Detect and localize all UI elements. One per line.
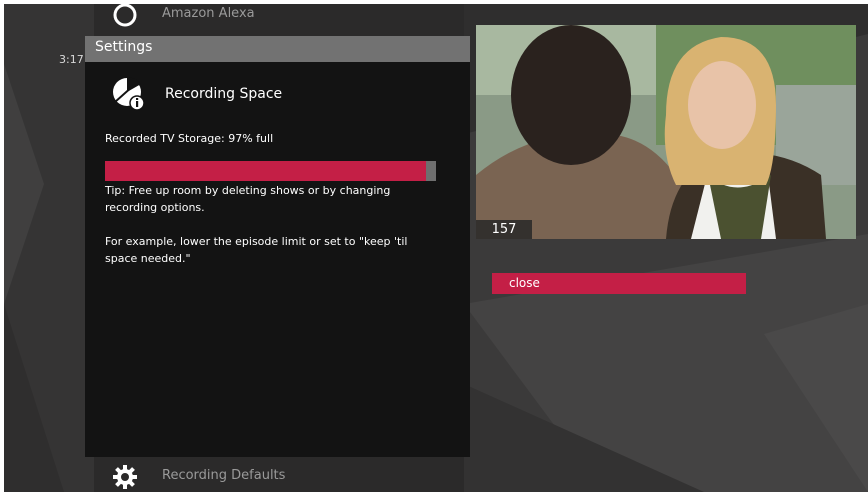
dialog-title: Settings: [95, 39, 153, 55]
section-title: Recording Space: [165, 86, 283, 102]
live-tv-preview: 157: [476, 25, 856, 239]
recording-space-info-icon: [113, 77, 145, 111]
settings-dialog: Settings Recording Space Recorded TV Sto…: [85, 36, 470, 457]
clock: 3:17: [59, 53, 84, 66]
tv-screen: Amazon Alexa Recording Defaults 3:17 Set…: [4, 4, 868, 492]
example-text: For example, lower the episode limit or …: [105, 235, 408, 265]
storage-bar-fill: [105, 161, 427, 181]
menu-item-label: Recording Defaults: [162, 468, 286, 483]
storage-label: Recorded TV Storage: 97% full: [105, 132, 274, 145]
menu-item-recording-defaults[interactable]: Recording Defaults: [94, 462, 464, 492]
alexa-ring-icon: [113, 4, 137, 27]
tip-text: Tip: Free up room by deleting shows or b…: [105, 184, 391, 214]
dialog-header: Settings: [85, 36, 470, 62]
gear-icon: [113, 465, 137, 489]
close-button[interactable]: close: [492, 273, 746, 294]
video-frame-image: [476, 25, 856, 239]
menu-item-amazon-alexa[interactable]: Amazon Alexa: [94, 4, 464, 30]
menu-item-label: Amazon Alexa: [162, 6, 255, 21]
channel-number: 157: [476, 220, 532, 239]
storage-bar: [105, 161, 436, 181]
